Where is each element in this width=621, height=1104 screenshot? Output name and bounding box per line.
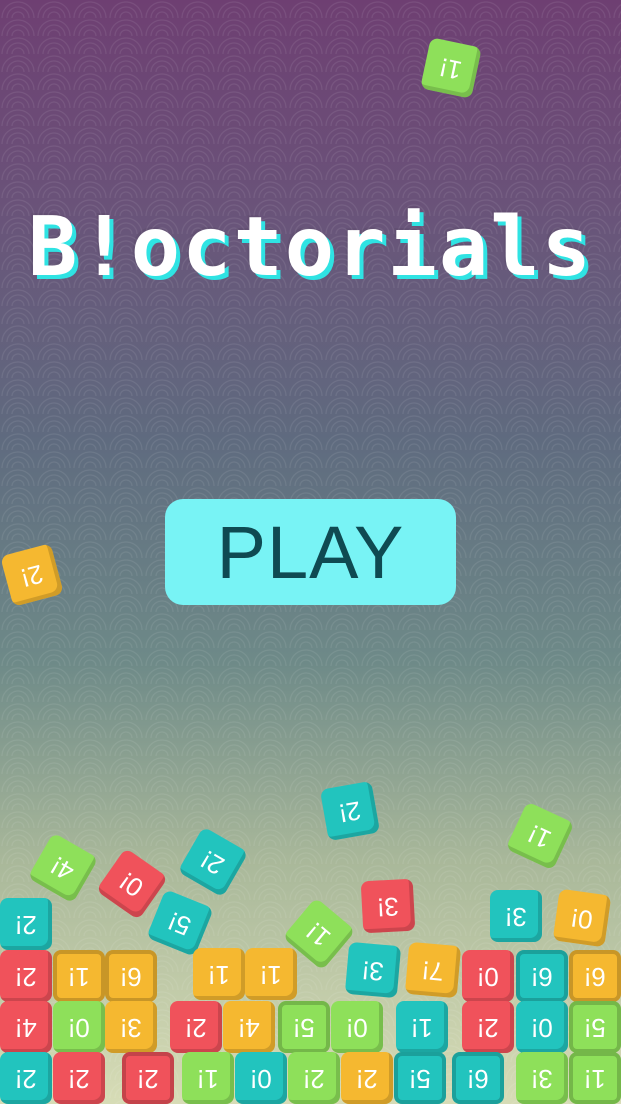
number-tile: 0!: [516, 1001, 568, 1053]
number-tile: 2!: [0, 543, 64, 607]
number-tile: 3!: [516, 1052, 568, 1104]
number-tile: 1!: [569, 1052, 621, 1104]
number-tile: 3!: [105, 1001, 157, 1053]
number-tile: 2!: [0, 898, 52, 950]
number-tile: 2!: [341, 1052, 393, 1104]
number-tile: 5!: [394, 1052, 446, 1104]
number-tile: 2!: [53, 1052, 105, 1104]
number-tile: 2!: [0, 1052, 52, 1104]
number-tile: 1!: [182, 1052, 234, 1104]
number-tile: 5!: [569, 1001, 621, 1053]
number-tile: 0!: [331, 1001, 383, 1053]
number-tile: 2!: [122, 1052, 174, 1104]
number-tile: 1!: [505, 801, 575, 871]
number-tile: 0!: [53, 1001, 105, 1053]
number-tile: 4!: [27, 832, 99, 904]
number-tile: 0!: [552, 888, 612, 948]
number-tile: 2!: [462, 1001, 514, 1053]
game-title: B!octorials: [27, 200, 594, 295]
play-button[interactable]: PLAY: [165, 499, 456, 605]
number-tile: 4!: [0, 1001, 52, 1053]
number-tile: 2!: [0, 950, 52, 1002]
number-tile: 6!: [105, 950, 157, 1002]
number-tile: 6!: [569, 950, 621, 1002]
number-tile: 4!: [223, 1001, 275, 1053]
number-tile: 1!: [245, 948, 297, 1000]
number-tile: 5!: [278, 1001, 330, 1053]
number-tile: 2!: [177, 826, 249, 898]
number-tile: 1!: [53, 950, 105, 1002]
number-tile: 7!: [404, 941, 462, 999]
number-tile: 3!: [360, 878, 416, 934]
number-tile: 1!: [193, 948, 245, 1000]
number-tile: 0!: [462, 950, 514, 1002]
number-tile: 6!: [452, 1052, 504, 1104]
number-tile: 3!: [344, 941, 402, 999]
number-tile: 1!: [396, 1001, 448, 1053]
number-tile: 2!: [170, 1001, 222, 1053]
number-tile: 6!: [516, 950, 568, 1002]
number-tile: 1!: [420, 37, 482, 99]
number-tile: 3!: [490, 890, 542, 942]
number-tile: 2!: [288, 1052, 340, 1104]
number-tile: 5!: [146, 889, 214, 957]
number-tile: 0!: [235, 1052, 287, 1104]
number-tile: 2!: [319, 780, 381, 842]
